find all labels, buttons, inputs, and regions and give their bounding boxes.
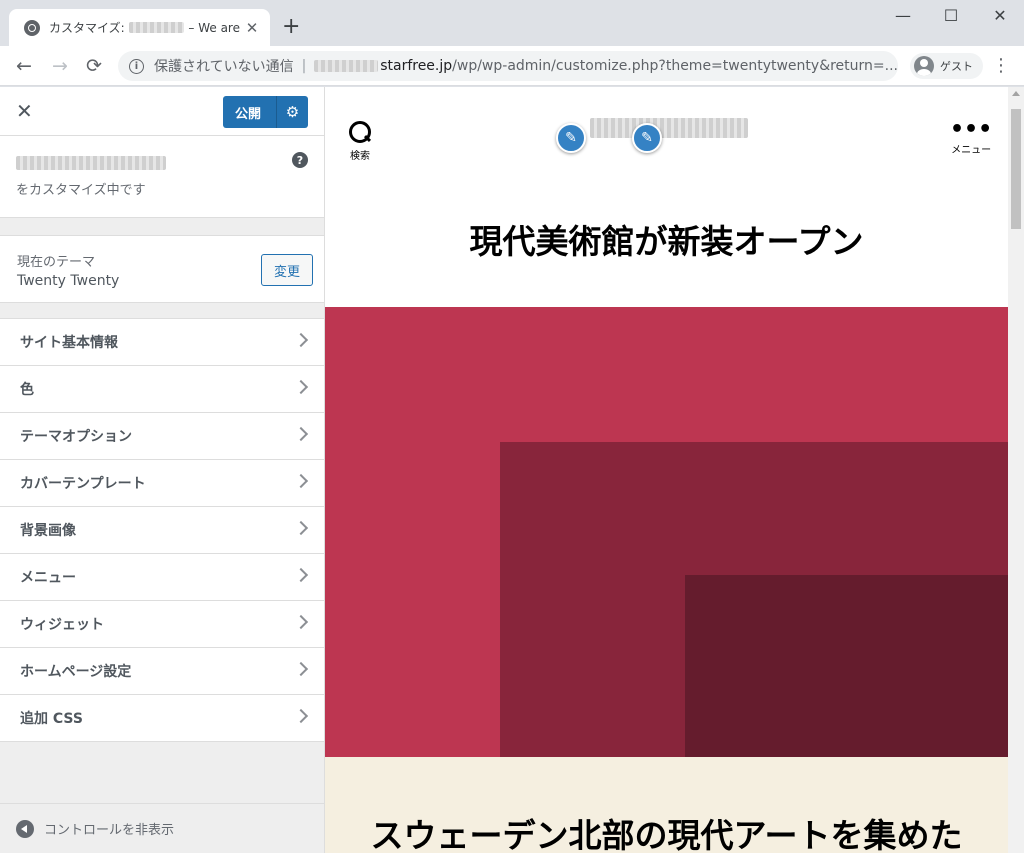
tab-title-prefix: カスタマイズ:: [49, 21, 125, 35]
change-theme-button[interactable]: 変更: [261, 254, 313, 286]
hide-controls-label: コントロールを非表示: [44, 823, 175, 838]
customizer-panel: ✕ 公開 ⚙ をカスタマイズ中です ? 現在のテーマ Twenty Twenty…: [0, 87, 325, 853]
guest-label: ゲスト: [940, 60, 973, 73]
search-icon: [349, 121, 371, 143]
section-label: 追加 CSS: [20, 711, 83, 727]
section-label: 背景画像: [20, 523, 76, 539]
site-info: をカスタマイズ中です ?: [0, 136, 324, 218]
security-status: 保護されていない通信: [154, 59, 294, 75]
gear-icon[interactable]: ⚙: [276, 96, 308, 128]
edit-shortcut-pencil-icon[interactable]: ✎: [632, 123, 662, 153]
url-path: /wp/wp-admin/customize.php?theme=twentyt…: [452, 58, 898, 74]
section-homepage-settings[interactable]: ホームページ設定: [0, 648, 324, 695]
section-label: ホームページ設定: [20, 664, 132, 680]
browser-toolbar: ← → ⟳ i 保護されていない通信 | starfree.jp /wp/wp-…: [0, 46, 1024, 86]
redacted-preview-title: [590, 117, 748, 138]
redacted-site-name: [128, 22, 185, 33]
new-tab-button[interactable]: +: [282, 15, 300, 39]
info-icon[interactable]: i: [129, 58, 144, 74]
chevron-right-icon: [293, 567, 309, 583]
chevron-right-icon: [293, 426, 309, 442]
section-label: カバーテンプレート: [20, 476, 146, 492]
window-close-button[interactable]: ✕: [977, 6, 1023, 26]
section-colors[interactable]: 色: [0, 366, 324, 413]
section-label: ウィジェット: [20, 617, 104, 633]
customizing-text: をカスタマイズ中です: [16, 183, 146, 198]
close-customizer-button[interactable]: ✕: [16, 100, 33, 122]
content-section: スウェーデン北部の現代アートを集めた: [325, 757, 1008, 853]
url-separator: |: [301, 58, 307, 74]
minimize-button[interactable]: —: [880, 6, 926, 26]
chevron-right-icon: [293, 708, 309, 724]
current-theme: 現在のテーマ Twenty Twenty 変更: [0, 235, 324, 303]
search-button[interactable]: 検索: [345, 121, 375, 162]
globe-icon: [24, 19, 40, 36]
preview-site-title: [590, 117, 748, 138]
section-site-identity[interactable]: サイト基本情報: [0, 319, 324, 366]
chevron-right-icon: [293, 661, 309, 677]
section-widgets[interactable]: ウィジェット: [0, 601, 324, 648]
edit-shortcut-pencil-icon[interactable]: ✎: [556, 123, 586, 153]
collapse-left-icon: [16, 819, 34, 838]
forward-button[interactable]: →: [48, 54, 72, 78]
browser-menu-icon[interactable]: ⋮: [992, 55, 1010, 77]
chevron-right-icon: [293, 379, 309, 395]
browser-tab[interactable]: カスタマイズ: – We are ✕: [9, 9, 270, 46]
chevron-right-icon: [293, 473, 309, 489]
site-preview: 検索 ✎ ✎ ••• メニュー 現代美術館が新装オープン スウェーデン北部の現代…: [325, 87, 1008, 853]
post-title[interactable]: 現代美術館が新装オープン: [325, 215, 1008, 263]
redacted-site-title: [16, 152, 308, 171]
maximize-button[interactable]: ☐: [928, 6, 974, 26]
chevron-right-icon: [293, 614, 309, 630]
publish-label: 公開: [235, 106, 262, 122]
cover-shape-dark: [685, 575, 1008, 757]
reload-button[interactable]: ⟳: [82, 54, 106, 78]
back-button[interactable]: ←: [12, 54, 36, 78]
chevron-right-icon: [293, 520, 309, 536]
section-cover-template[interactable]: カバーテンプレート: [0, 460, 324, 507]
section-label: サイト基本情報: [20, 335, 118, 351]
tab-title: カスタマイズ: – We are: [49, 19, 240, 36]
tab-title-suffix: – We are: [188, 20, 240, 35]
section-theme-options[interactable]: テーマオプション: [0, 413, 324, 460]
more-dots-icon: •••: [950, 117, 993, 142]
cover-image: [325, 307, 1008, 757]
redacted-subdomain: [314, 60, 379, 72]
scroll-thumb[interactable]: [1011, 109, 1021, 229]
hide-controls-button[interactable]: コントロールを非表示: [0, 803, 324, 853]
section-label: テーマオプション: [20, 429, 132, 445]
section-label: 色: [20, 382, 34, 398]
browser-titlebar: カスタマイズ: – We are ✕ + — ☐ ✕: [0, 0, 1024, 46]
chevron-right-icon: [293, 332, 309, 348]
menu-button[interactable]: ••• メニュー: [950, 117, 993, 157]
search-label: 検索: [350, 151, 370, 162]
tab-close-icon[interactable]: ✕: [244, 19, 260, 37]
customizer-header: ✕ 公開 ⚙: [0, 87, 324, 136]
url-host: starfree.jp: [380, 58, 453, 74]
guest-avatar-icon: [914, 56, 934, 76]
section-menus[interactable]: メニュー: [0, 554, 324, 601]
menu-label: メニュー: [951, 145, 992, 156]
section-label: メニュー: [20, 570, 76, 586]
address-bar[interactable]: i 保護されていない通信 | starfree.jp /wp/wp-admin/…: [118, 51, 898, 81]
section-background-image[interactable]: 背景画像: [0, 507, 324, 554]
preview-scrollbar[interactable]: [1008, 87, 1024, 853]
section-additional-css[interactable]: 追加 CSS: [0, 695, 324, 742]
help-icon[interactable]: ?: [292, 152, 308, 168]
publish-button[interactable]: 公開 ⚙: [223, 96, 308, 128]
section-list: サイト基本情報 色 テーマオプション カバーテンプレート 背景画像 メニュー ウ…: [0, 318, 324, 742]
scroll-up-arrow-icon[interactable]: [1012, 91, 1020, 96]
guest-profile-button[interactable]: ゲスト: [910, 53, 983, 79]
cover-heading: スウェーデン北部の現代アートを集めた: [370, 816, 963, 853]
